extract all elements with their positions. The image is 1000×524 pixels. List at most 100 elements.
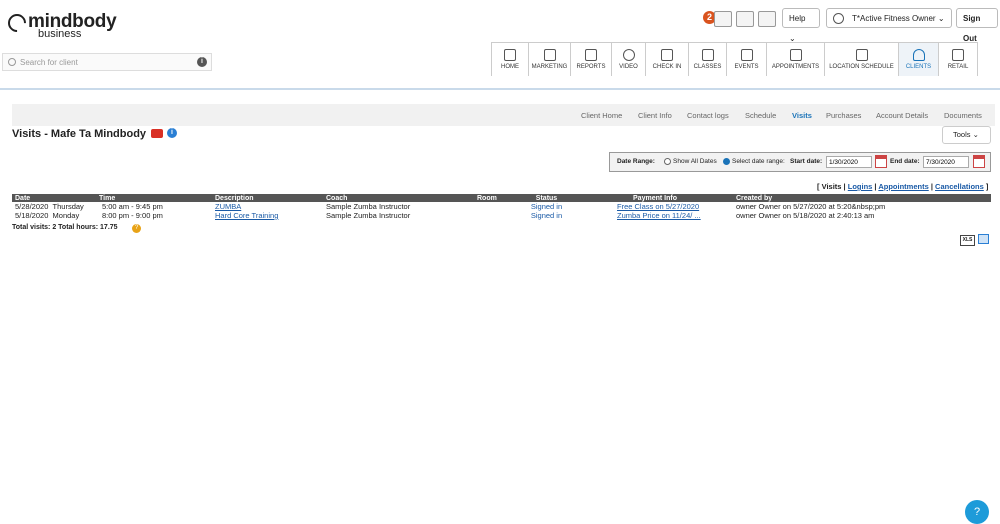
show-all-dates-label: Show All Dates	[673, 158, 717, 165]
table-row: 5/28/2020 Thursday 5:00 am - 9:45 pm ZUM…	[12, 202, 991, 211]
nav-classes[interactable]: CLASSES	[688, 42, 726, 76]
main-nav: HOME MARKETING REPORTS VIDEO CHECK IN CL…	[491, 42, 978, 76]
subnav-visits[interactable]: Visits	[792, 111, 812, 120]
help-fab-button[interactable]: ?	[965, 500, 989, 524]
megaphone-icon	[543, 49, 556, 61]
nav-label: RETAIL	[947, 64, 969, 70]
nav-label: LOCATION SCHEDULE	[829, 64, 894, 70]
col-coach: Coach	[323, 194, 474, 202]
brand-sub: business	[38, 28, 82, 40]
link-appointments[interactable]: Appointments	[878, 182, 928, 191]
nav-check-in[interactable]: CHECK IN	[645, 42, 688, 76]
home-icon	[504, 49, 516, 61]
cell-created-by: owner Owner on 5/27/2020 at 5:20&nbsp;pm	[736, 202, 886, 211]
cell-date: 5/18/2020 Monday	[15, 211, 80, 220]
info-icon[interactable]: i	[197, 57, 207, 67]
export-excel-icon[interactable]: XLS	[960, 235, 975, 246]
subnav-client-home[interactable]: Client Home	[581, 111, 622, 120]
bag-icon	[952, 49, 964, 61]
subnav-documents[interactable]: Documents	[944, 111, 982, 120]
nav-events[interactable]: EVENTS	[726, 42, 766, 76]
nav-label: HOME	[501, 64, 519, 70]
tools-button[interactable]: Tools ⌄	[942, 126, 991, 144]
select-date-range-label: Select date range:	[732, 158, 785, 165]
sign-out-button[interactable]: Sign Out	[956, 8, 998, 43]
cell-status: Signed in	[530, 202, 563, 211]
clock-icon	[833, 13, 844, 25]
calendar-icon	[701, 49, 714, 61]
visits-table: Date Time Description Coach Room Status …	[12, 194, 991, 220]
tools-label: Tools	[953, 130, 971, 139]
col-description: Description	[212, 194, 323, 202]
col-time: Time	[96, 194, 212, 202]
visit-type-links: [ Visits | Logins | Appointments | Cance…	[817, 182, 989, 191]
nav-label: VIDEO	[619, 64, 638, 70]
door-icon	[855, 49, 868, 61]
nav-label: MARKETING	[531, 64, 568, 70]
cell-coach: Sample Zumba Instructor	[326, 202, 411, 211]
subnav-contact-logs[interactable]: Contact logs	[687, 111, 729, 120]
nav-label: CLIENTS	[905, 64, 932, 70]
col-created-by: Created by	[733, 194, 991, 202]
chevron-down-icon: ⌄	[937, 14, 945, 23]
help-label: Help	[789, 14, 806, 23]
info-icon[interactable]: i	[167, 128, 177, 138]
col-payment-info: Payment Info	[577, 194, 733, 202]
cell-payment-link[interactable]: Zumba Price on 11/24/ ...	[577, 211, 733, 220]
subnav-schedule[interactable]: Schedule	[745, 111, 776, 120]
person-icon	[912, 49, 925, 61]
subnav-purchases[interactable]: Purchases	[826, 111, 861, 120]
nav-label: APPOINTMENTS	[771, 64, 820, 70]
search-input[interactable]: Search for client	[20, 58, 78, 67]
nav-label: CHECK IN	[652, 64, 682, 70]
nav-reports[interactable]: REPORTS	[570, 42, 611, 76]
date-range-panel: Date Range: Show All Dates Select date r…	[609, 152, 991, 172]
nav-label: EVENTS	[734, 64, 759, 70]
nav-location-schedule[interactable]: LOCATION SCHEDULE	[824, 42, 898, 76]
help-question-icon[interactable]: ?	[132, 224, 141, 233]
cell-payment-link[interactable]: Free Class on 5/27/2020	[577, 202, 733, 211]
end-date-input[interactable]	[923, 156, 969, 168]
bar-chart-icon	[585, 49, 597, 61]
end-date-label: End date:	[890, 158, 920, 165]
col-date: Date	[12, 194, 96, 202]
cell-room	[474, 211, 516, 220]
calendar-icon[interactable]	[973, 155, 985, 168]
cell-status: Signed in	[530, 211, 563, 220]
link-logins[interactable]: Logins	[848, 182, 873, 191]
help-button[interactable]: Help ⌄	[782, 8, 820, 43]
radio-select-date-range[interactable]	[723, 158, 730, 165]
nav-appointments[interactable]: APPOINTMENTS	[766, 42, 824, 76]
nav-label: REPORTS	[576, 64, 606, 70]
camera-icon[interactable]	[736, 11, 754, 27]
video-icon[interactable]	[151, 129, 163, 138]
checklist-icon[interactable]	[758, 11, 776, 27]
calendar-icon[interactable]	[875, 155, 887, 168]
nav-home[interactable]: HOME	[491, 42, 528, 76]
cell-description-link[interactable]: Hard Core Training	[212, 211, 323, 220]
client-search[interactable]: Search for client i	[2, 53, 212, 71]
nav-retail[interactable]: RETAIL	[938, 42, 978, 76]
chevron-down-icon: ⌄	[972, 130, 979, 139]
search-icon	[8, 58, 16, 66]
print-icon[interactable]	[978, 234, 989, 244]
cell-time: 5:00 am - 9:45 pm	[102, 202, 163, 211]
location-select[interactable]: T*Active Fitness Owner ⌄	[826, 8, 952, 28]
col-room: Room	[474, 194, 516, 202]
header-divider	[0, 88, 1000, 90]
calendar-icon	[740, 49, 753, 61]
cell-coach: Sample Zumba Instructor	[326, 211, 411, 220]
subnav-account-details[interactable]: Account Details	[876, 111, 928, 120]
subnav-client-info[interactable]: Client Info	[638, 111, 672, 120]
cell-description-link[interactable]: ZUMBA	[212, 202, 323, 211]
nav-marketing[interactable]: MARKETING	[528, 42, 570, 76]
link-cancellations[interactable]: Cancellations	[935, 182, 984, 191]
person-add-icon	[661, 49, 673, 61]
location-label: T*Active Fitness Owner	[852, 14, 936, 23]
radio-show-all-dates[interactable]	[664, 158, 671, 165]
col-status: Status	[516, 194, 577, 202]
start-date-input[interactable]	[826, 156, 872, 168]
inbox-icon[interactable]	[714, 11, 732, 27]
nav-clients[interactable]: CLIENTS	[898, 42, 938, 76]
nav-video[interactable]: VIDEO	[611, 42, 645, 76]
